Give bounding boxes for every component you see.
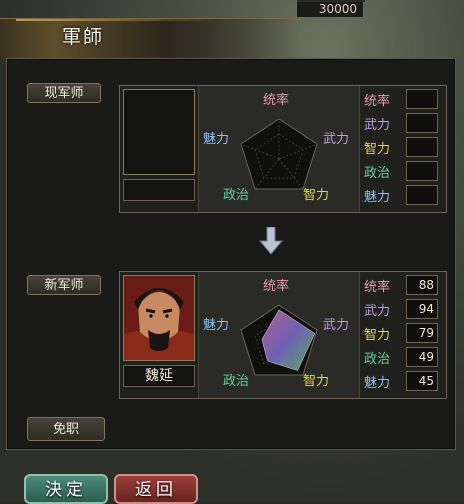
stat-label: 智力 <box>364 328 391 343</box>
stat-value: 45 <box>406 371 438 391</box>
stat-value <box>406 137 438 157</box>
radar-label-politics: 政治 <box>223 374 250 389</box>
current-advisor-card: 统率 武力 智力 政治 魅力 统率 武力 智力 政治 魅力 <box>119 85 447 213</box>
stat-label: 政治 <box>364 352 391 367</box>
stat-row-intelligence: 智力 <box>362 136 446 158</box>
stat-value <box>406 185 438 205</box>
stat-label: 魅力 <box>364 376 391 391</box>
general-portrait-image <box>124 276 194 360</box>
stat-row-charisma: 魅力 45 <box>362 370 446 392</box>
stat-label: 武力 <box>364 304 391 319</box>
title-bar <box>0 18 300 59</box>
stat-row-strength: 武力 <box>362 112 446 134</box>
current-advisor-tag: 现军师 <box>27 83 101 103</box>
radar-label-intelligence: 智力 <box>303 374 330 389</box>
radar-label-charisma: 魅力 <box>203 318 230 333</box>
radar-label-strength: 武力 <box>323 132 350 147</box>
stat-row-command: 统率 <box>362 88 446 110</box>
arrow-down-icon <box>259 227 283 255</box>
back-button[interactable]: 返回 <box>114 474 198 504</box>
stat-row-intelligence: 智力 79 <box>362 322 446 344</box>
dismiss-button[interactable]: 免职 <box>27 417 105 441</box>
radar-label-command: 统率 <box>263 93 290 108</box>
new-advisor-card: 魏延 统率 武力 智力 政治 魅力 统率 88 武力 94 智力 79 政治 4… <box>119 271 447 399</box>
stat-value: 49 <box>406 347 438 367</box>
radar-label-intelligence: 智力 <box>303 188 330 203</box>
stat-label: 统率 <box>364 280 391 295</box>
radar-label-politics: 政治 <box>223 188 250 203</box>
stat-value <box>406 113 438 133</box>
stat-row-command: 统率 88 <box>362 274 446 296</box>
stat-label: 武力 <box>364 118 391 133</box>
gold-counter: 30000 <box>296 0 365 18</box>
new-advisor-portrait[interactable] <box>123 275 195 361</box>
current-advisor-portrait-slot[interactable] <box>123 89 195 175</box>
radar-label-strength: 武力 <box>323 318 350 333</box>
stat-value <box>406 89 438 109</box>
stat-value: 88 <box>406 275 438 295</box>
gold-value: 30000 <box>318 2 357 16</box>
current-radar: 统率 武力 智力 政治 魅力 <box>198 86 360 212</box>
stat-row-charisma: 魅力 <box>362 184 446 206</box>
stat-label: 统率 <box>364 94 391 109</box>
advisor-panel: 现军师 统率 武力 智力 政治 魅力 统率 武力 智力 政治 魅力 新军师 魏延… <box>6 58 456 450</box>
new-advisor-tag: 新军师 <box>27 275 101 295</box>
stat-value: 79 <box>406 323 438 343</box>
stat-row-strength: 武力 94 <box>362 298 446 320</box>
stat-label: 政治 <box>364 166 391 181</box>
radar-label-charisma: 魅力 <box>203 132 230 147</box>
new-advisor-name: 魏延 <box>123 365 195 387</box>
stat-label: 智力 <box>364 142 391 157</box>
stat-value: 94 <box>406 299 438 319</box>
stat-row-politics: 政治 <box>362 160 446 182</box>
window-title: 軍師 <box>62 26 105 48</box>
stat-label: 魅力 <box>364 190 391 205</box>
current-advisor-name <box>123 179 195 201</box>
stat-value <box>406 161 438 181</box>
stat-row-politics: 政治 49 <box>362 346 446 368</box>
confirm-button[interactable]: 決定 <box>24 474 108 504</box>
radar-label-command: 统率 <box>263 279 290 294</box>
new-radar: 统率 武力 智力 政治 魅力 <box>198 272 360 398</box>
